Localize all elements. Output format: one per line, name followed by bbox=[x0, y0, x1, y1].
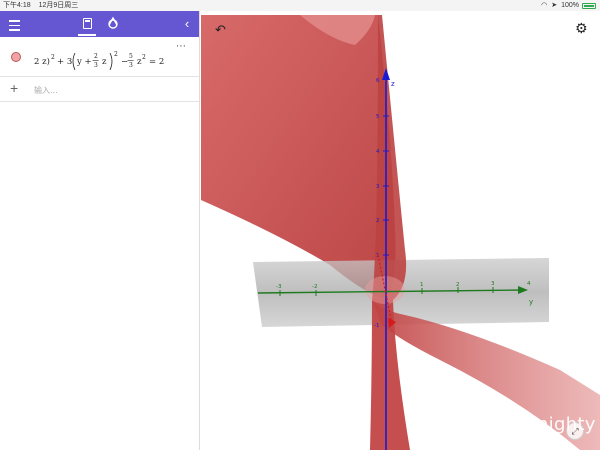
panel-toolbar: ‹ bbox=[0, 11, 199, 37]
battery-icon bbox=[582, 2, 596, 9]
surface-sheet-left bbox=[201, 15, 396, 300]
battery-percent: 100% bbox=[561, 2, 579, 9]
status-date: 12月9日周三 bbox=[38, 2, 79, 9]
eq-minus: − bbox=[121, 57, 128, 67]
y-tick-3: 3 bbox=[491, 281, 495, 287]
y-tick-neg2: -2 bbox=[312, 284, 317, 290]
z-tick-6: 6 bbox=[376, 78, 380, 84]
eq-prefix: 2 z) bbox=[34, 56, 50, 67]
gear-icon[interactable]: ⚙ bbox=[575, 20, 588, 37]
graphics-3d-view[interactable]: 6 5 4 3 2 1 -1 z -3 -2 1 2 3 4 y ⤢ bbox=[201, 11, 600, 450]
eq-frac2-den: 3 bbox=[129, 62, 133, 69]
y-axis-label: y bbox=[529, 298, 533, 306]
status-bar: 下午4:18 12月9日周三 ◠ ➤ 100% bbox=[0, 0, 600, 11]
eq-frac1-num: 2 bbox=[94, 53, 98, 60]
eq-rhs: = 2 bbox=[149, 57, 164, 67]
eq-frac2-num: 5 bbox=[129, 53, 133, 60]
plus-icon[interactable]: + bbox=[10, 80, 18, 96]
algebra-input[interactable] bbox=[34, 82, 184, 98]
y-tick-4: 4 bbox=[527, 281, 531, 287]
eq-plus3: + 3 bbox=[57, 57, 72, 67]
z-tick-neg1: -1 bbox=[374, 323, 379, 329]
active-tab-indicator bbox=[78, 34, 96, 36]
chevron-left-icon[interactable]: ‹ bbox=[178, 15, 196, 33]
y-tick-neg3: -3 bbox=[276, 284, 282, 290]
algebra-item[interactable]: 2 z) 2 + 3 y + 2 3 z 2 − 5 3 z 2 = 2 ⋯ bbox=[0, 37, 199, 77]
eq-pow2: 2 bbox=[114, 51, 118, 58]
algebra-input-row[interactable]: + bbox=[0, 78, 199, 102]
z-tick-4: 4 bbox=[376, 149, 380, 155]
graphics-canvas[interactable]: 6 5 4 3 2 1 -1 z -3 -2 1 2 3 4 y bbox=[201, 11, 600, 450]
tools-icon[interactable] bbox=[104, 15, 122, 33]
more-options-icon[interactable]: ⋯ bbox=[176, 41, 187, 52]
z-axis-label: z bbox=[391, 80, 395, 88]
eq-pow3: 2 bbox=[142, 54, 146, 61]
location-icon: ➤ bbox=[551, 2, 558, 9]
menu-icon[interactable] bbox=[5, 15, 23, 33]
wifi-icon: ◠ bbox=[541, 2, 548, 9]
eq-z1: z bbox=[102, 57, 107, 67]
y-tick-2: 2 bbox=[456, 282, 460, 288]
algebra-panel: ‹ 2 z) 2 + 3 y + 2 3 z 2 − 5 3 z 2 = 2 ⋯… bbox=[0, 11, 200, 450]
calculator-icon[interactable] bbox=[78, 15, 96, 33]
origin-glow bbox=[365, 276, 405, 304]
equation-text[interactable]: 2 z) 2 + 3 y + 2 3 z 2 − 5 3 z 2 = 2 bbox=[34, 50, 174, 75]
z-tick-3: 3 bbox=[376, 184, 380, 190]
z-tick-5: 5 bbox=[376, 114, 380, 120]
y-tick-1: 1 bbox=[420, 282, 424, 288]
eq-y: y + bbox=[76, 57, 92, 67]
eq-frac1-den: 3 bbox=[94, 62, 98, 69]
watermark: 知乎 @Almighty bbox=[452, 414, 596, 435]
status-time: 下午4:18 bbox=[3, 2, 31, 9]
visibility-toggle[interactable] bbox=[11, 52, 21, 62]
undo-icon[interactable]: ↶ bbox=[215, 22, 226, 38]
eq-pow1: 2 bbox=[51, 54, 55, 61]
z-tick-2: 2 bbox=[376, 218, 380, 224]
